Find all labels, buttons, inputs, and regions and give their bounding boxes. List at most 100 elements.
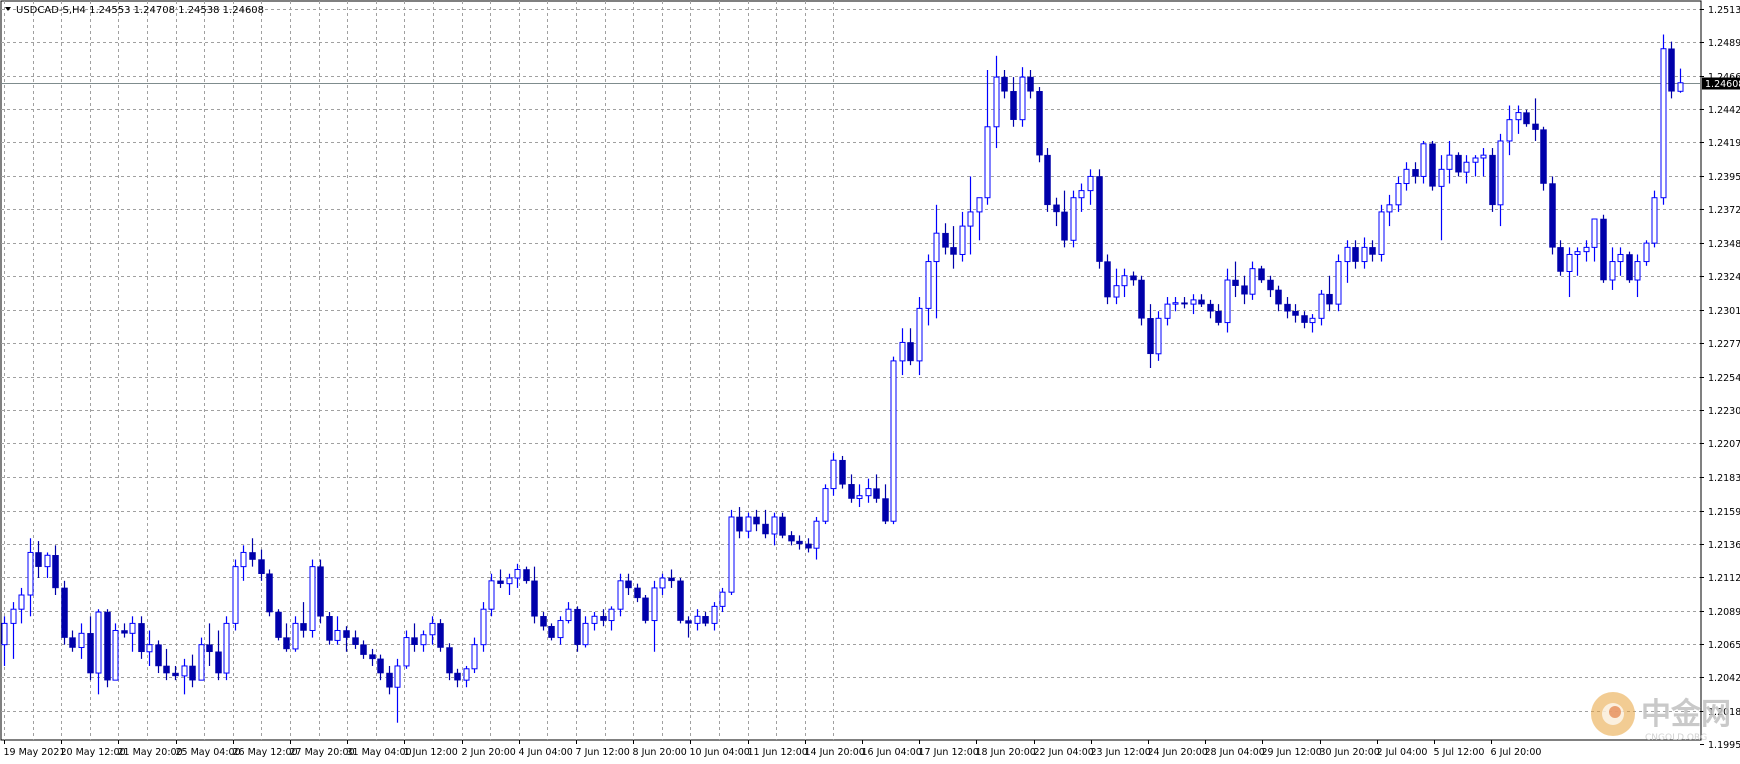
time-tick-label: 11 Jun 12:00 <box>748 747 808 758</box>
candle-body-bull <box>617 580 624 610</box>
time-tick-label: 4 Jun 04:00 <box>519 747 573 758</box>
candle-body-bear <box>258 559 265 574</box>
candle <box>1 616 8 666</box>
time-tick-label: 27 May 20:00 <box>290 747 355 758</box>
candle <box>463 665 470 688</box>
candle-body-bull <box>856 495 863 500</box>
candle-body-bull <box>890 360 897 522</box>
candle-body-bull <box>198 644 205 681</box>
candle <box>642 595 649 624</box>
candle <box>907 328 914 366</box>
price-tick-label: 1.23480 <box>1708 239 1740 250</box>
candle <box>1617 247 1624 276</box>
candle <box>557 616 564 645</box>
candle-body-bear <box>548 625 555 638</box>
time-tick-label: 10 Jun 04:00 <box>690 747 750 758</box>
time-tick-label: 5 Jul 12:00 <box>1434 747 1485 758</box>
candle-body-bear <box>625 580 632 589</box>
candle-body-bull <box>334 629 341 641</box>
candle-body-bull <box>1609 261 1616 281</box>
time-tick-label: 29 Jun 12:00 <box>1262 747 1322 758</box>
candle <box>1523 109 1530 127</box>
candle-body-bear <box>300 623 307 631</box>
candle-body-bear <box>163 665 170 674</box>
candle <box>69 630 76 652</box>
time-tick-label: 16 Jun 04:00 <box>862 747 922 758</box>
candle <box>762 509 769 539</box>
current-price-label: 1.24608 <box>1705 79 1740 90</box>
candle-body-bull <box>993 76 1000 128</box>
candle <box>1335 254 1342 312</box>
candle-body-bull <box>1515 112 1522 121</box>
candle-body-bear <box>642 597 649 621</box>
candle-body-bear <box>1429 143 1436 187</box>
candle-body-bear <box>1036 91 1043 156</box>
watermark: 中金网 CNGOLD.ORG <box>1585 688 1735 754</box>
candle <box>779 512 786 539</box>
candle-body-bull <box>694 615 701 624</box>
candle <box>942 223 949 255</box>
candle <box>1412 162 1419 184</box>
candle <box>788 531 795 546</box>
time-tick-label: 7 Jun 12:00 <box>576 747 630 758</box>
candle <box>61 580 68 645</box>
candle-body-bear <box>805 543 812 549</box>
candle <box>984 70 991 205</box>
candle <box>582 616 589 648</box>
candle <box>771 512 778 546</box>
candle-body-bear <box>369 654 376 660</box>
candle <box>822 484 829 525</box>
candle <box>1361 237 1368 269</box>
candle-body-bear <box>685 620 692 624</box>
candle <box>292 616 299 652</box>
candle-body-bull <box>1087 175 1094 192</box>
candle <box>625 573 632 596</box>
candle-body-bear <box>1027 76 1034 92</box>
candle <box>1130 271 1137 286</box>
candle <box>1352 240 1359 269</box>
candle <box>1326 275 1333 312</box>
candle <box>873 474 880 503</box>
dropdown-triangle-icon[interactable] <box>5 7 11 11</box>
candle <box>1164 297 1171 326</box>
candle <box>1600 214 1607 283</box>
candle <box>215 630 222 681</box>
candle <box>796 535 803 550</box>
candle <box>488 573 495 617</box>
candle-body-bull <box>1121 275 1128 287</box>
candle-body-bull <box>1677 82 1684 92</box>
candle <box>420 630 427 652</box>
candle <box>1078 183 1085 212</box>
candle <box>232 559 239 631</box>
candle-body-bear <box>1061 211 1068 241</box>
candle <box>129 616 136 652</box>
candle <box>1010 77 1017 127</box>
candle-body-bull <box>1438 168 1445 187</box>
candle <box>531 566 538 624</box>
candle <box>87 616 94 681</box>
candle <box>677 577 684 624</box>
candle <box>27 538 34 617</box>
candle-body-bear <box>873 488 880 499</box>
candle <box>1438 155 1445 241</box>
candle-body-bear <box>1489 154 1496 206</box>
candle-body-bear <box>848 484 855 499</box>
candle <box>728 509 735 596</box>
candle <box>1147 304 1154 368</box>
candle <box>523 566 530 584</box>
candle <box>317 559 324 624</box>
candle <box>1138 275 1145 326</box>
candle-body-bear <box>69 637 76 648</box>
candle-body-bear <box>155 644 162 667</box>
candle-body-bull <box>1617 253 1624 263</box>
candle <box>1446 140 1453 184</box>
candle <box>711 602 718 631</box>
candle-body-bear <box>1668 48 1675 92</box>
candle <box>1190 294 1197 315</box>
candle <box>1549 176 1556 255</box>
candle-body-bear <box>1010 91 1017 120</box>
candle <box>1480 148 1487 177</box>
brand-url: CNGOLD.ORG <box>1645 733 1707 743</box>
candle <box>480 602 487 652</box>
candle <box>1087 169 1094 205</box>
